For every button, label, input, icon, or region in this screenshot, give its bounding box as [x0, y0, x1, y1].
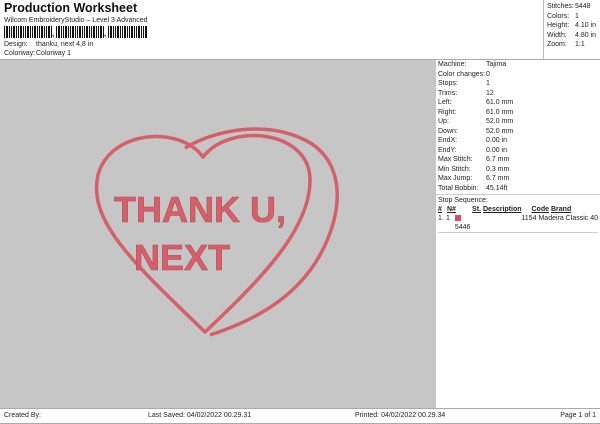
barcode: ,, [4, 25, 154, 38]
spec-row: Trims: 12 [438, 89, 494, 97]
spec-row: Machine: Tajima [438, 61, 507, 68]
info-panel: Machine: Tajima Color changes: 0 Stops: 1 Trim… [433, 60, 600, 408]
spec-row: Left: 61.0 mm [438, 99, 514, 106]
spec-row: EndY: 0.00 in [438, 146, 508, 154]
back-heart-outline [184, 127, 339, 337]
software-name: Wilcom EmbroideryStudio – Level 3 Advanc… [4, 17, 148, 24]
table-row: 1. 1 5446 1154 Madeira Classic 40 [438, 215, 598, 233]
page-title: Production Worksheet [4, 1, 138, 15]
design-row: Design: thanku, next 4,8 in [4, 41, 94, 48]
design-preview: THANK U, NEXT [0, 60, 433, 408]
spec-row: Max Jump: 6.7 mm [438, 175, 510, 182]
spec-row: Max Stitch: 6.7 mm [438, 156, 510, 163]
design-text-line2: NEXT [134, 237, 230, 278]
spec-row: Down: 52.0 mm [438, 127, 514, 135]
colorway-row: Colorway:Colorway 1 [4, 50, 72, 57]
spec-row: Up: 52.0 mm [438, 118, 514, 125]
spec-row: Color changes: 0 [438, 70, 490, 78]
spec-row: Total Bobbin: 45.14ft [438, 184, 508, 192]
spec-row: Right: 61.0 mm [438, 108, 514, 116]
specs-list: Machine: Tajima Color changes: 0 Stops: 1 Trim… [436, 60, 600, 193]
footer: Created By: Last Saved: 04/02/2022 00.29… [0, 408, 600, 424]
summary-box: Stitches: 5448 Colors: 1 Height: 4.10 in Wi… [543, 0, 600, 59]
design-text-line1: THANK U, [114, 189, 286, 230]
spec-row: Min Stitch: 0.3 mm [438, 165, 510, 173]
spec-row: EndX: 0.00 in [438, 137, 508, 144]
spec-row: Stops: 1 [438, 80, 490, 87]
stop-sequence: Stop Sequence: # N# St. Description Code Bran… [436, 194, 600, 234]
color-swatch [454, 215, 461, 222]
